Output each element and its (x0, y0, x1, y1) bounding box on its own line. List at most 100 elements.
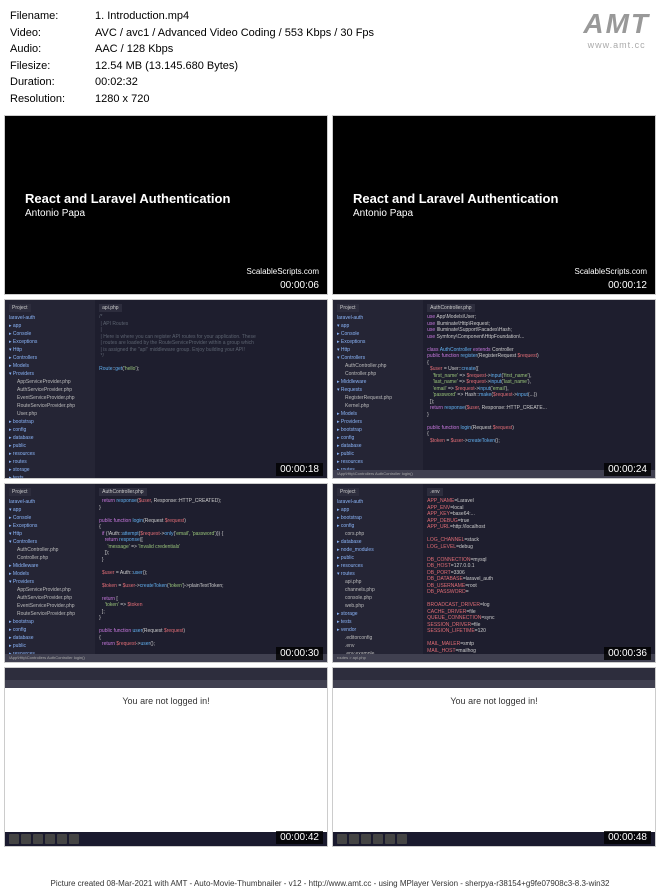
tree-folder: ▸ public (337, 554, 419, 562)
logo-text: AMT (583, 8, 650, 40)
tree-folder: ▸ app (337, 506, 419, 514)
tree-folder: ▸ Models (337, 410, 419, 418)
project-tab: Project (9, 488, 31, 496)
tree-folder: ▸ public (9, 642, 91, 650)
tree-folder: ▸ node_modules (337, 546, 419, 554)
browser-tabs (333, 680, 655, 688)
filesize-value: 12.54 MB (13.145.680 Bytes) (95, 58, 238, 75)
tree-folder: ▸ config (9, 626, 91, 634)
tree-folder: ▸ config (9, 426, 91, 434)
logo-url: www.amt.cc (583, 40, 650, 50)
tree-folder: ▸ Exceptions (9, 522, 91, 530)
tree-folder: ▸ Console (9, 330, 91, 338)
tree-folder: ▸ config (337, 434, 419, 442)
tree-folder: ▸ config (337, 522, 419, 530)
ide-editor: api.php /* | API Routes | | Here is wher… (95, 300, 327, 478)
timestamp: 00:00:42 (276, 831, 323, 844)
tree-folder: ▸ Exceptions (9, 338, 91, 346)
thumbnail: You are not logged in! 00:00:48 (332, 667, 656, 847)
tree-folder: ▸ Controllers (9, 354, 91, 362)
tree-folder: ▸ bootstrap (9, 418, 91, 426)
tree-folder: ▾ Http (9, 530, 91, 538)
tree-folder: ▾ Requests (337, 386, 419, 394)
tree-folder: ▸ Middleware (9, 562, 91, 570)
taskbar-icon (57, 834, 67, 844)
tree-folder: ▾ Controllers (9, 538, 91, 546)
media-info-panel: Filename:1. Introduction.mp4 Video:AVC /… (0, 0, 660, 115)
filename-value: 1. Introduction.mp4 (95, 8, 189, 25)
ide-sidebar: Project laravel-auth ▾ app ▸ Console ▸ E… (333, 300, 423, 478)
thumbnail-grid: React and Laravel Authentication Antonio… (0, 115, 660, 847)
tree-file: web.php (337, 602, 419, 610)
browser-titlebar (333, 668, 655, 680)
browser-titlebar (5, 668, 327, 680)
video-source: ScalableScripts.com (575, 267, 647, 276)
login-message: You are not logged in! (450, 696, 537, 706)
taskbar-icon (9, 834, 19, 844)
tree-folder: ▸ Models (9, 570, 91, 578)
timestamp: 00:00:12 (604, 279, 651, 292)
tree-folder: ▸ public (337, 450, 419, 458)
timestamp: 00:00:18 (276, 463, 323, 476)
tree-folder: ▸ database (337, 442, 419, 450)
tree-file: AuthServiceProvider.php (9, 594, 91, 602)
thumbnail: React and Laravel Authentication Antonio… (4, 115, 328, 295)
tree-folder: ▾ Providers (9, 370, 91, 378)
tree-folder: ▸ Console (337, 330, 419, 338)
taskbar-icon (361, 834, 371, 844)
thumbnail: Project laravel-auth ▸ app ▸ Console ▸ E… (4, 299, 328, 479)
tree-file: RegisterRequest.php (337, 394, 419, 402)
timestamp: 00:00:06 (276, 279, 323, 292)
video-title: React and Laravel Authentication (353, 191, 635, 206)
tree-folder: ▸ vendor (337, 626, 419, 634)
tree-folder: ▸ resources (9, 450, 91, 458)
tree-folder: ▸ Console (9, 514, 91, 522)
tree-folder: ▸ storage (337, 610, 419, 618)
tree-folder: ▸ routes (9, 458, 91, 466)
footer-credit: Picture created 08-Mar-2021 with AMT - A… (0, 879, 660, 888)
tree-folder: ▸ Providers (337, 418, 419, 426)
duration-label: Duration: (10, 74, 95, 91)
tree-file: RouteServiceProvider.php (9, 402, 91, 410)
browser-content: You are not logged in! (5, 688, 327, 832)
tree-folder: ▸ Models (9, 362, 91, 370)
tree-folder: ▸ tests (9, 474, 91, 478)
thumbnail: Project laravel-auth ▸ app ▸ bootstrap ▸… (332, 483, 656, 663)
duration-value: 00:02:32 (95, 74, 138, 91)
video-title: React and Laravel Authentication (25, 191, 307, 206)
tree-folder: ▸ resources (337, 458, 419, 466)
amt-logo: AMT www.amt.cc (583, 8, 650, 50)
tree-folder: laravel-auth (9, 498, 91, 506)
video-value: AVC / avc1 / Advanced Video Coding / 553… (95, 25, 374, 42)
tree-folder: ▸ Middleware (337, 378, 419, 386)
ide-editor: .env APP_NAME=Laravel APP_ENV=local APP_… (423, 484, 655, 662)
taskbar-icon (21, 834, 31, 844)
taskbar-icon (337, 834, 347, 844)
tree-file: RouteServiceProvider.php (9, 610, 91, 618)
browser-tabs (5, 680, 327, 688)
tree-folder: ▾ app (9, 506, 91, 514)
resolution-value: 1280 x 720 (95, 91, 149, 108)
tree-folder: ▸ tests (337, 618, 419, 626)
code-line: Route::get('hello'); (99, 366, 323, 373)
audio-label: Audio: (10, 41, 95, 58)
thumbnail: Project laravel-auth ▾ app ▸ Console ▸ E… (332, 299, 656, 479)
tree-folder: ▾ Http (9, 346, 91, 354)
taskbar-icon (385, 834, 395, 844)
tree-folder: laravel-auth (337, 498, 419, 506)
project-tab: Project (9, 304, 31, 312)
taskbar-icon (349, 834, 359, 844)
tree-folder: ▸ database (337, 538, 419, 546)
ide-sidebar: Project laravel-auth ▸ app ▸ bootstrap ▸… (333, 484, 423, 662)
tree-file: AuthServiceProvider.php (9, 386, 91, 394)
taskbar-icon (33, 834, 43, 844)
tree-file: Controller.php (337, 370, 419, 378)
editor-tab: api.php (99, 304, 121, 312)
project-tab: Project (337, 304, 359, 312)
code-line: $token = $user->createToken(); (427, 438, 651, 445)
tree-file: AuthController.php (9, 546, 91, 554)
tree-folder: ▸ storage (9, 466, 91, 474)
tree-folder: laravel-auth (9, 314, 91, 322)
tree-folder: ▾ routes (337, 570, 419, 578)
editor-tab: AuthController.php (427, 304, 474, 312)
